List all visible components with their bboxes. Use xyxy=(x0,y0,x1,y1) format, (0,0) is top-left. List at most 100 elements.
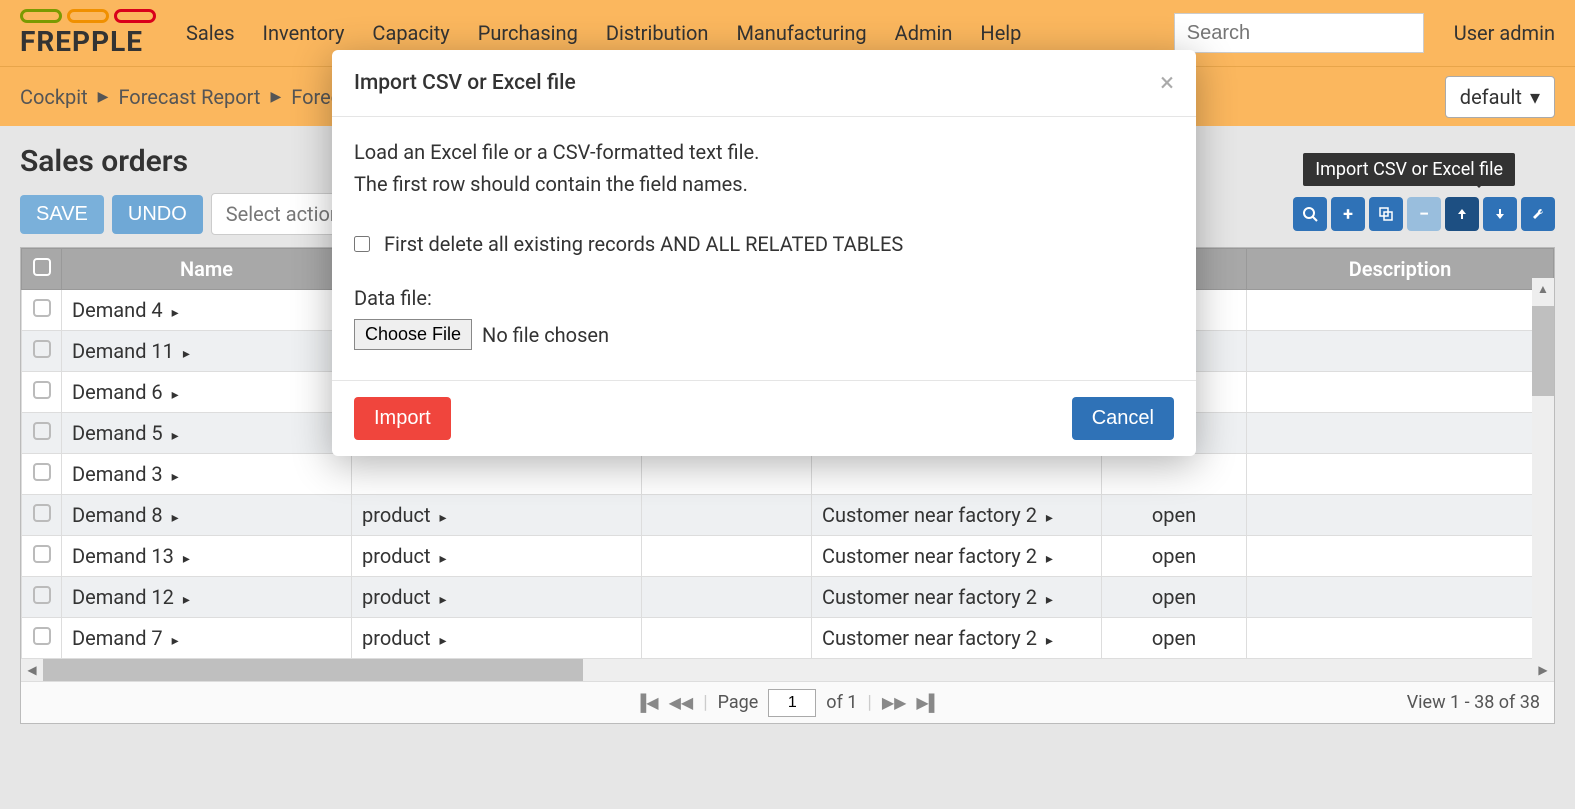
cell-status[interactable]: open xyxy=(1102,618,1247,659)
cell-customer[interactable]: Customer near factory 2 ▸ xyxy=(812,577,1102,618)
cell-item[interactable]: product ▸ xyxy=(352,495,642,536)
cell-location[interactable] xyxy=(642,454,812,495)
page-input[interactable] xyxy=(768,689,816,717)
cell-status[interactable]: open xyxy=(1102,536,1247,577)
table-row[interactable]: Demand 13 ▸product ▸ Customer near factor… xyxy=(22,536,1554,577)
row-checkbox[interactable] xyxy=(33,627,51,645)
cell-name[interactable]: Demand 7 ▸ xyxy=(62,618,352,659)
cell-status[interactable]: open xyxy=(1102,495,1247,536)
row-checkbox[interactable] xyxy=(33,422,51,440)
scroll-left-icon[interactable]: ◀ xyxy=(21,663,43,677)
caret-right-icon: ▸ xyxy=(183,346,190,362)
cell-location[interactable] xyxy=(642,618,812,659)
scroll-thumb[interactable] xyxy=(43,659,583,681)
table-row[interactable]: Demand 7 ▸product ▸ Customer near factory… xyxy=(22,618,1554,659)
cell-customer[interactable]: Customer near factory 2 ▸ xyxy=(812,618,1102,659)
upload-icon[interactable] xyxy=(1445,197,1479,231)
no-file-text: No file chosen xyxy=(482,320,609,350)
cell-description[interactable] xyxy=(1247,577,1554,618)
cell-customer[interactable] xyxy=(812,454,1102,495)
first-page-icon[interactable]: ▐◀ xyxy=(635,693,659,713)
cell-customer[interactable]: Customer near factory 2 ▸ xyxy=(812,536,1102,577)
download-icon[interactable] xyxy=(1483,197,1517,231)
row-checkbox[interactable] xyxy=(33,545,51,563)
cell-description[interactable] xyxy=(1247,454,1554,495)
cell-name[interactable]: Demand 4 ▸ xyxy=(62,290,352,331)
nav-manufacturing[interactable]: Manufacturing xyxy=(736,21,866,45)
nav-distribution[interactable]: Distribution xyxy=(606,21,709,45)
search-icon[interactable] xyxy=(1293,197,1327,231)
cell-description[interactable] xyxy=(1247,495,1554,536)
cell-name[interactable]: Demand 6 ▸ xyxy=(62,372,352,413)
cell-name[interactable]: Demand 13 ▸ xyxy=(62,536,352,577)
cell-description[interactable] xyxy=(1247,618,1554,659)
next-page-icon[interactable]: ▶▶ xyxy=(882,693,907,712)
row-checkbox[interactable] xyxy=(33,340,51,358)
row-checkbox[interactable] xyxy=(33,463,51,481)
cell-item[interactable]: product ▸ xyxy=(352,577,642,618)
cell-description[interactable] xyxy=(1247,290,1554,331)
cell-location[interactable] xyxy=(642,495,812,536)
row-checkbox[interactable] xyxy=(33,504,51,522)
breadcrumb-item[interactable]: Cockpit xyxy=(20,85,88,109)
undo-button[interactable]: UNDO xyxy=(112,195,203,234)
import-button[interactable]: Import xyxy=(354,397,451,440)
delete-icon[interactable]: − xyxy=(1407,197,1441,231)
cell-description[interactable] xyxy=(1247,413,1554,454)
cell-name[interactable]: Demand 11 ▸ xyxy=(62,331,352,372)
cell-location[interactable] xyxy=(642,577,812,618)
nav-help[interactable]: Help xyxy=(980,21,1021,45)
copy-icon[interactable] xyxy=(1369,197,1403,231)
breadcrumb-item[interactable]: Forecast Report xyxy=(118,85,260,109)
logo[interactable]: FREPPLE xyxy=(20,9,156,58)
cell-description[interactable] xyxy=(1247,372,1554,413)
wrench-icon[interactable] xyxy=(1521,197,1555,231)
caret-right-icon: ▸ xyxy=(172,469,179,485)
row-checkbox[interactable] xyxy=(33,299,51,317)
scroll-right-icon[interactable]: ▶ xyxy=(1532,663,1554,677)
cell-name[interactable]: Demand 5 ▸ xyxy=(62,413,352,454)
cell-status[interactable] xyxy=(1102,454,1247,495)
cell-item[interactable]: product ▸ xyxy=(352,536,642,577)
scenario-selector[interactable]: default ▾ xyxy=(1445,76,1555,118)
choose-file-button[interactable]: Choose File xyxy=(354,319,472,350)
cancel-button[interactable]: Cancel xyxy=(1072,397,1174,440)
cell-description[interactable] xyxy=(1247,331,1554,372)
cell-status[interactable]: open xyxy=(1102,577,1247,618)
row-checkbox[interactable] xyxy=(33,586,51,604)
column-description[interactable]: Description xyxy=(1247,249,1554,290)
nav-sales[interactable]: Sales xyxy=(186,21,235,45)
prev-page-icon[interactable]: ◀◀ xyxy=(669,693,694,712)
cell-name[interactable]: Demand 12 ▸ xyxy=(62,577,352,618)
column-name[interactable]: Name xyxy=(62,249,352,290)
scroll-thumb[interactable] xyxy=(1532,306,1554,396)
table-row[interactable]: Demand 8 ▸product ▸ Customer near factory… xyxy=(22,495,1554,536)
delete-records-checkbox[interactable] xyxy=(354,236,370,252)
nav-inventory[interactable]: Inventory xyxy=(263,21,345,45)
chevron-right-icon: ▶ xyxy=(270,89,281,105)
select-all-header[interactable] xyxy=(22,249,62,290)
cell-location[interactable] xyxy=(642,536,812,577)
nav-admin[interactable]: Admin xyxy=(895,21,953,45)
save-button[interactable]: SAVE xyxy=(20,195,104,234)
nav-capacity[interactable]: Capacity xyxy=(372,21,449,45)
nav-purchasing[interactable]: Purchasing xyxy=(478,21,578,45)
table-row[interactable]: Demand 12 ▸product ▸ Customer near factor… xyxy=(22,577,1554,618)
scenario-label: default xyxy=(1460,85,1522,109)
user-menu[interactable]: User admin xyxy=(1454,21,1555,45)
cell-customer[interactable]: Customer near factory 2 ▸ xyxy=(812,495,1102,536)
cell-description[interactable] xyxy=(1247,536,1554,577)
last-page-icon[interactable]: ▶▌ xyxy=(916,693,940,713)
horizontal-scrollbar[interactable]: ◀ ▶ xyxy=(21,659,1554,681)
table-row[interactable]: Demand 3 ▸ xyxy=(22,454,1554,495)
add-icon[interactable]: + xyxy=(1331,197,1365,231)
cell-name[interactable]: Demand 8 ▸ xyxy=(62,495,352,536)
vertical-scrollbar[interactable]: ▲ ▼ xyxy=(1532,278,1554,723)
cell-item[interactable] xyxy=(352,454,642,495)
close-icon[interactable]: × xyxy=(1160,68,1174,98)
search-input[interactable] xyxy=(1174,13,1424,53)
cell-name[interactable]: Demand 3 ▸ xyxy=(62,454,352,495)
row-checkbox[interactable] xyxy=(33,381,51,399)
scroll-up-icon[interactable]: ▲ xyxy=(1532,278,1554,300)
cell-item[interactable]: product ▸ xyxy=(352,618,642,659)
